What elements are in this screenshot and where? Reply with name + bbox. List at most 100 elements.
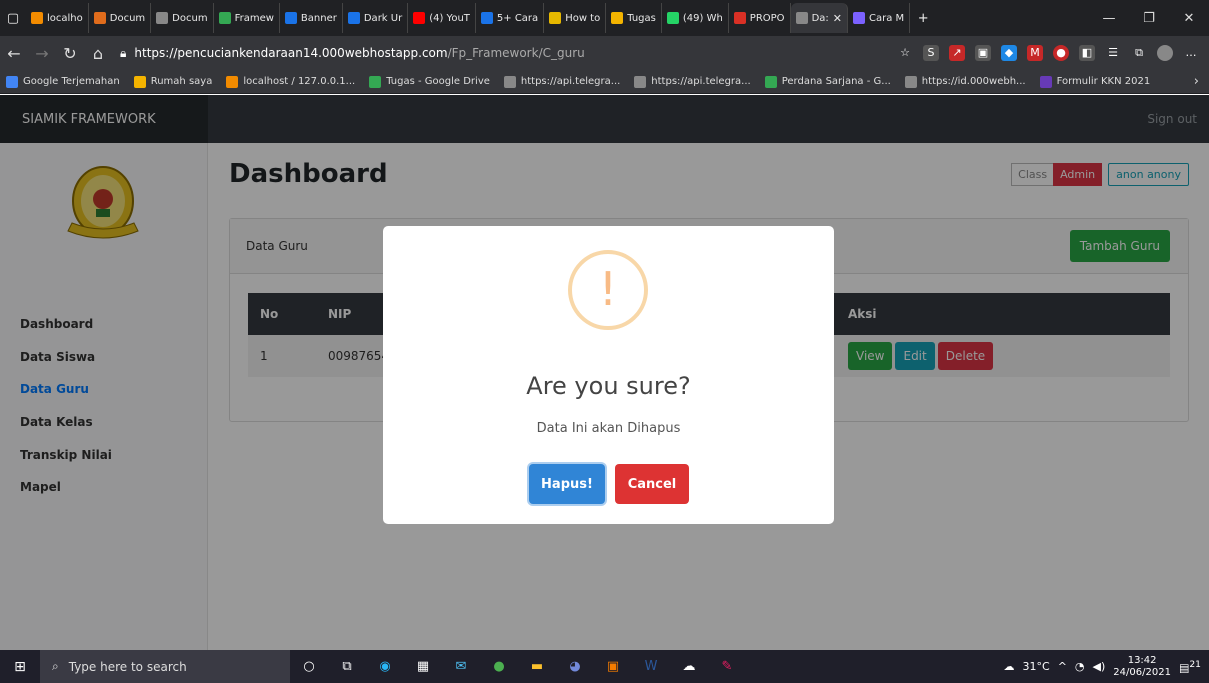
bookmark-icon: [133, 75, 146, 88]
new-tab-button[interactable]: +: [910, 5, 936, 31]
browser-tab[interactable]: Tugas: [606, 3, 662, 33]
cancel-button[interactable]: Cancel: [615, 464, 689, 504]
browser-tab[interactable]: (4) YouT: [408, 3, 476, 33]
bookmark-item[interactable]: Formulir KKN 2021: [1039, 75, 1150, 88]
network-icon[interactable]: ◔: [1075, 660, 1085, 673]
bookmarks-list: Google Terjemahan Rumah saya localhost / 1…: [6, 75, 1164, 88]
store-icon[interactable]: ▦: [404, 659, 442, 674]
tab-label: Docum: [172, 12, 208, 24]
extension-arrow-icon[interactable]: ↗: [949, 45, 965, 61]
temperature[interactable]: 31°C: [1023, 660, 1050, 673]
browser-tab[interactable]: Da: ✕: [790, 3, 848, 33]
browser-tab[interactable]: How to: [544, 3, 607, 33]
extension-record-icon[interactable]: ●: [1053, 45, 1069, 61]
forward-icon[interactable]: →: [28, 44, 56, 63]
bookmark-item[interactable]: Rumah saya: [133, 75, 213, 88]
chevron-right-icon[interactable]: ›: [1194, 74, 1199, 89]
bookmark-item[interactable]: https://api.telegra...: [634, 75, 751, 88]
bookmark-icon: [226, 75, 239, 88]
extension-s-icon[interactable]: S: [923, 45, 939, 61]
warning-icon: !: [568, 250, 648, 330]
clock[interactable]: 13:42 24/06/2021: [1113, 655, 1171, 679]
back-icon[interactable]: ←: [0, 44, 28, 63]
tab-favicon-icon: [733, 12, 746, 24]
discord-icon[interactable]: ◕: [556, 659, 594, 674]
tabs-container: localho Docum Docum Framew Banner Dark Ur (4) …: [26, 3, 911, 33]
tab-favicon-icon: [795, 12, 808, 24]
bookmark-item[interactable]: localhost / 127.0.0.1...: [226, 75, 356, 88]
extensions-area: ☆ S ↗ ▣ ◆ M ● ◧ ☰ ⧉ …: [897, 45, 1209, 61]
tab-label: Da:: [811, 12, 829, 24]
browser-tab[interactable]: Cara M: [848, 3, 911, 33]
bookmark-item[interactable]: Perdana Sarjana - G...: [764, 75, 891, 88]
volume-icon[interactable]: ◀): [1093, 660, 1106, 673]
bookmark-label: localhost / 127.0.0.1...: [243, 76, 356, 87]
paint-icon[interactable]: ✎: [708, 659, 746, 674]
extension-red-icon[interactable]: M: [1027, 45, 1043, 61]
home-icon[interactable]: ⌂: [84, 44, 112, 63]
tab-actions-icon[interactable]: ▢: [0, 5, 26, 31]
edge-icon[interactable]: ◉: [366, 659, 404, 674]
url-host: https://pencuciankendaraan14.000webhosta…: [134, 46, 448, 60]
browser-tab[interactable]: Banner: [280, 3, 343, 33]
tab-label: Dark Ur: [363, 12, 403, 24]
browser-tab[interactable]: Framew: [214, 3, 280, 33]
tab-favicon-icon: [480, 12, 493, 24]
bookmark-item[interactable]: https://id.000webh...: [904, 75, 1026, 88]
browser-tab[interactable]: PROPO: [729, 3, 791, 33]
bookmark-item[interactable]: Google Terjemahan: [6, 75, 120, 88]
browser-tab[interactable]: Dark Ur: [343, 3, 409, 33]
url-path: /Fp_Framework/C_guru: [447, 46, 585, 60]
reload-icon[interactable]: ↻: [56, 44, 84, 63]
bookmark-label: https://api.telegra...: [651, 76, 751, 87]
chevron-up-icon[interactable]: ^: [1058, 660, 1067, 673]
favorite-star-icon[interactable]: ☆: [897, 45, 913, 61]
bookmark-icon: [1039, 75, 1052, 88]
extension-blue-icon[interactable]: ◆: [1001, 45, 1017, 61]
bookmark-item[interactable]: https://api.telegra...: [503, 75, 620, 88]
tab-favicon-icon: [549, 12, 562, 24]
more-menu-icon[interactable]: …: [1183, 45, 1199, 61]
bookmark-icon: [634, 75, 647, 88]
browser-tab[interactable]: Docum: [151, 3, 214, 33]
tab-label: (49) Wh: [682, 12, 723, 24]
windows-start-icon[interactable]: ⊞: [0, 659, 40, 675]
xampp-icon[interactable]: ▣: [594, 659, 632, 674]
address-toolbar: ← → ↻ ⌂ 🔒︎ https://pencuciankendaraan14.…: [0, 36, 1209, 70]
tab-label: PROPO: [749, 12, 785, 24]
close-tab-icon[interactable]: ✕: [833, 12, 842, 25]
tab-label: (4) YouT: [429, 12, 470, 24]
app-green-icon[interactable]: ●: [480, 659, 518, 674]
profile-avatar[interactable]: [1157, 45, 1173, 61]
cortana-icon[interactable]: ○: [290, 659, 328, 674]
collections-icon[interactable]: ⧉: [1131, 45, 1147, 61]
browser-tab[interactable]: 5+ Cara: [476, 3, 545, 33]
mail-icon[interactable]: ✉: [442, 659, 480, 674]
browser-tab[interactable]: Docum: [89, 3, 152, 33]
tab-favicon-icon: [852, 12, 865, 24]
bookmark-label: Rumah saya: [150, 76, 213, 87]
minimize-button[interactable]: —: [1089, 11, 1129, 26]
url-field[interactable]: 🔒︎ https://pencuciankendaraan14.000webho…: [120, 46, 640, 61]
browser-tab[interactable]: (49) Wh: [662, 3, 729, 33]
task-view-icon[interactable]: ⧉: [328, 659, 366, 674]
word-icon[interactable]: W: [632, 659, 670, 674]
extension-puzzle-icon[interactable]: ◧: [1079, 45, 1095, 61]
tab-label: Framew: [234, 12, 274, 24]
dialog-title: Are you sure?: [526, 372, 691, 400]
tab-label: Docum: [109, 12, 146, 24]
confirm-delete-button[interactable]: Hapus!: [529, 464, 605, 504]
file-explorer-icon[interactable]: ▬: [518, 659, 556, 674]
close-window-button[interactable]: ✕: [1169, 11, 1209, 26]
window-controls: — ❐ ✕: [1089, 11, 1209, 26]
favorites-icon[interactable]: ☰: [1105, 45, 1121, 61]
weather-icon: ☁: [1003, 660, 1015, 673]
cloud-app-icon[interactable]: ☁: [670, 659, 708, 674]
extension-chat-icon[interactable]: ▣: [975, 45, 991, 61]
browser-tab[interactable]: localho: [26, 3, 89, 33]
notifications-icon[interactable]: ▤21: [1179, 659, 1201, 675]
restore-button[interactable]: ❐: [1129, 11, 1169, 26]
notification-count: 21: [1189, 658, 1201, 670]
taskbar-search[interactable]: ⌕ Type here to search: [40, 650, 290, 683]
bookmark-item[interactable]: Tugas - Google Drive: [369, 75, 490, 88]
